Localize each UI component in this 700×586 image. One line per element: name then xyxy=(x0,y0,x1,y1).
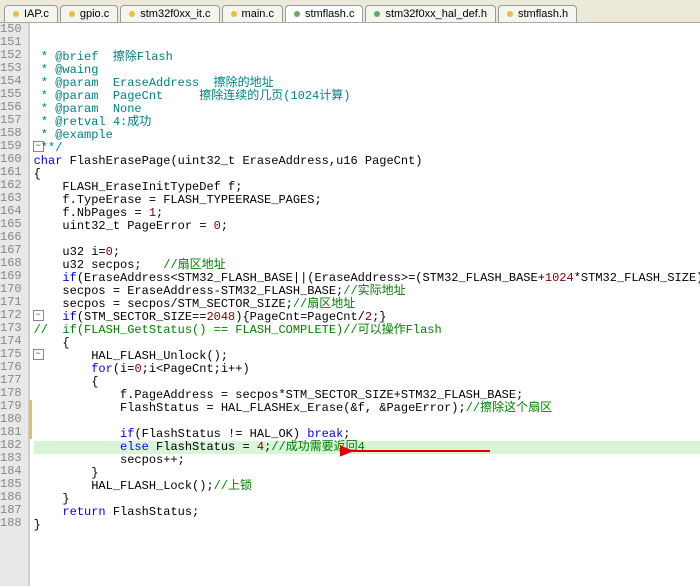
code-line[interactable] xyxy=(34,532,700,545)
code-line[interactable]: * @brief 擦除Flash xyxy=(34,51,700,64)
modified-dot-icon xyxy=(231,11,237,17)
modified-dot-icon xyxy=(374,11,380,17)
code-line[interactable]: * @retval 4:成功 xyxy=(34,116,700,129)
modified-dot-icon xyxy=(13,11,19,17)
editor-tabs: IAP.c gpio.c stm32f0xx_it.c main.c stmflash.… xyxy=(0,0,700,23)
modified-dot-icon xyxy=(69,11,75,17)
code-line[interactable]: return FlashStatus; xyxy=(34,506,700,519)
code-line[interactable]: secpos++; xyxy=(34,454,700,467)
tab-label: stmflash.c xyxy=(305,8,355,20)
code-line[interactable]: for(i=0;i<PageCnt;i++) xyxy=(34,363,700,376)
tab-stmflash-h[interactable]: stmflash.h xyxy=(498,5,577,22)
tab-stm32f0xx_it-c[interactable]: stm32f0xx_it.c xyxy=(120,5,219,22)
modified-dot-icon xyxy=(507,11,513,17)
modified-dot-icon xyxy=(129,11,135,17)
line-number-gutter: 1501511521531541551561571581591601611621… xyxy=(0,23,29,586)
code-line[interactable] xyxy=(34,233,700,246)
code-line[interactable]: // if(FLASH_GetStatus() == FLASH_COMPLET… xyxy=(34,324,700,337)
tab-label: stm32f0xx_hal_def.h xyxy=(385,8,487,20)
tab-label: stmflash.h xyxy=(518,8,568,20)
tab-label: main.c xyxy=(242,8,274,20)
code-line[interactable]: uint32_t PageError = 0; xyxy=(34,220,700,233)
tab-IAP-c[interactable]: IAP.c xyxy=(4,5,58,22)
tab-gpio-c[interactable]: gpio.c xyxy=(60,5,118,22)
tab-label: stm32f0xx_it.c xyxy=(140,8,210,20)
line-number: 188 xyxy=(0,517,22,530)
code-line[interactable] xyxy=(34,545,700,558)
tab-stm32f0xx_hal_def-h[interactable]: stm32f0xx_hal_def.h xyxy=(365,5,496,22)
code-line[interactable]: * @example xyxy=(34,129,700,142)
code-area[interactable]: * @brief 擦除Flash * @waing * @param Erase… xyxy=(30,23,700,586)
modified-dot-icon xyxy=(294,11,300,17)
tab-main-c[interactable]: main.c xyxy=(222,5,283,22)
tab-label: gpio.c xyxy=(80,8,109,20)
code-line[interactable]: } xyxy=(34,519,700,532)
code-line[interactable]: char FlashErasePage(uint32_t EraseAddres… xyxy=(34,155,700,168)
code-line[interactable]: FlashStatus = HAL_FLASHEx_Erase(&f, &Pag… xyxy=(34,402,700,415)
tab-label: IAP.c xyxy=(24,8,49,20)
code-line[interactable]: HAL_FLASH_Lock();//上锁 xyxy=(34,480,700,493)
code-editor: 1501511521531541551561571581591601611621… xyxy=(0,23,700,586)
tab-stmflash-c[interactable]: stmflash.c xyxy=(285,5,364,22)
